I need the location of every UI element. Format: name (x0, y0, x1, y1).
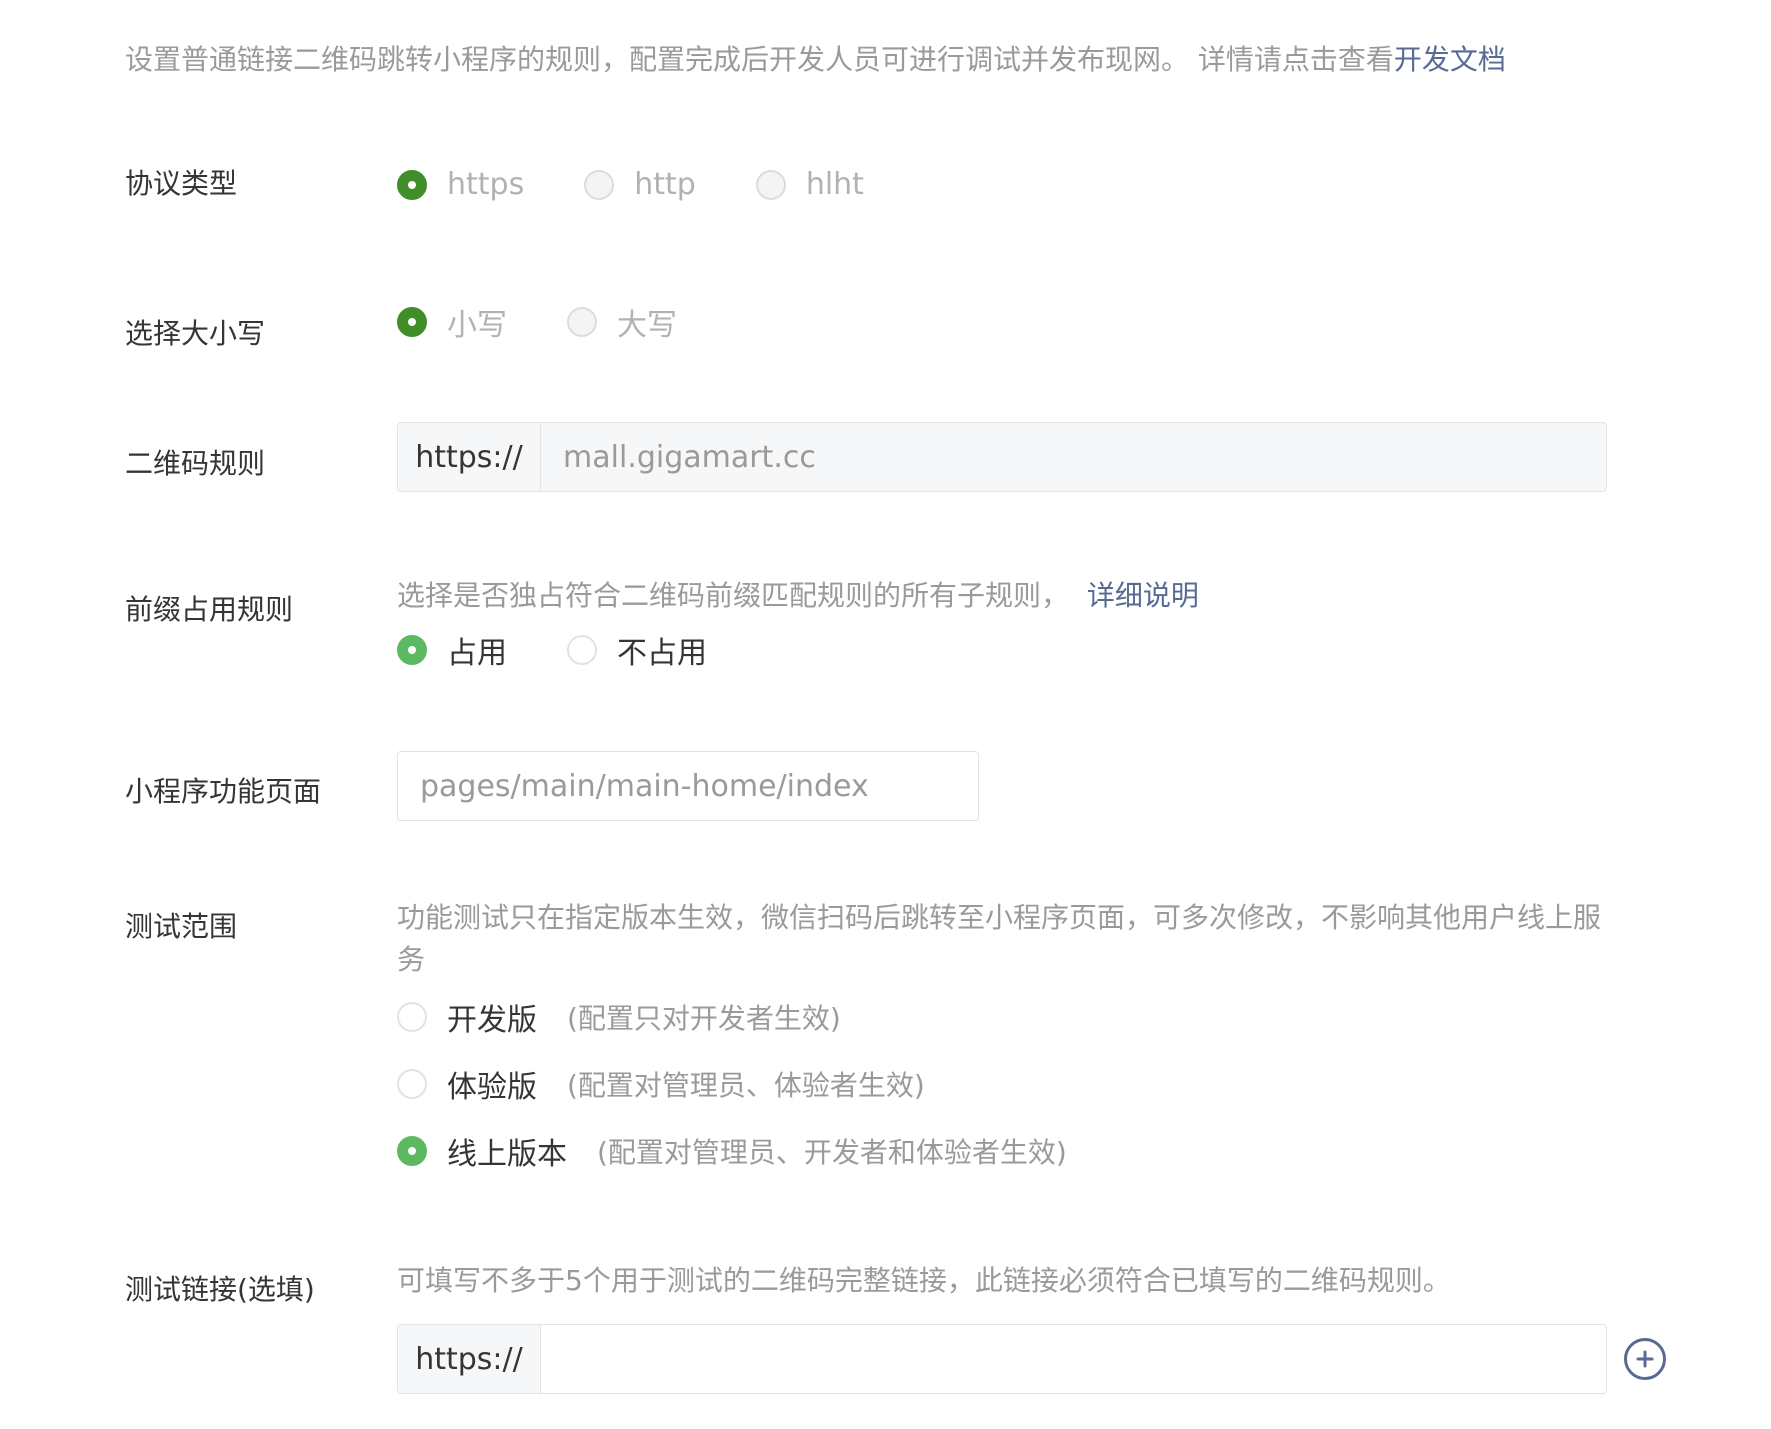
test-scope-desc-line2: 务 (397, 943, 426, 976)
test-scope-desc-line1: 功能测试只在指定版本生效，微信扫码后跳转至小程序页面，可多次修改，不影响其他用户… (397, 901, 1602, 934)
test-scope-option-trial: 体验版 (配置对管理员、体验者生效) (397, 1062, 925, 1106)
qr-rule-input[interactable] (541, 423, 1606, 491)
case-label: 选择大小写 (125, 317, 266, 350)
protocol-https-label[interactable]: https (447, 167, 524, 202)
protocol-http-radio[interactable] (584, 169, 615, 200)
test-link-description: 可填写不多于5个用于测试的二维码完整链接，此链接必须符合已填写的二维码规则。 (397, 1264, 1451, 1297)
case-upper-radio[interactable] (567, 307, 597, 337)
qr-rule-label: 二维码规则 (125, 447, 266, 480)
scope-online-label[interactable]: 线上版本 (447, 1129, 567, 1173)
protocol-label: 协议类型 (125, 167, 238, 200)
prefix-not-occupy-label[interactable]: 不占用 (617, 628, 707, 672)
prefix-rule-description: 选择是否独占符合二维码前缀匹配规则的所有子规则， 详细说明 (397, 575, 1199, 617)
add-test-link-button[interactable] (1624, 1338, 1666, 1380)
case-lower-radio[interactable] (397, 307, 427, 337)
prefix-rule-details-link[interactable]: 详细说明 (1087, 579, 1199, 612)
test-link-protocol-prefix: https:// (398, 1325, 541, 1393)
qr-rule-input-group: https:// (397, 422, 1607, 492)
page-path-input[interactable] (397, 751, 979, 821)
protocol-https-radio[interactable] (397, 169, 427, 200)
scope-online-radio[interactable] (397, 1136, 427, 1166)
case-radio-group: 小写 大写 (397, 300, 677, 344)
prefix-occupy-label[interactable]: 占用 (447, 628, 507, 672)
intro-description: 设置普通链接二维码跳转小程序的规则，配置完成后开发人员可进行调试并发布现网。 详… (125, 43, 1394, 76)
protocol-hlht-label[interactable]: hlht (806, 167, 864, 202)
prefix-occupy-radio[interactable] (397, 635, 427, 665)
prefix-rule-label: 前缀占用规则 (125, 593, 294, 626)
prefix-rule-desc-text: 选择是否独占符合二维码前缀匹配规则的所有子规则， (397, 579, 1070, 612)
test-link-input[interactable] (541, 1325, 1606, 1393)
protocol-http-label[interactable]: http (634, 167, 696, 202)
intro-text: 设置普通链接二维码跳转小程序的规则，配置完成后开发人员可进行调试并发布现网。 详… (125, 38, 1506, 78)
page-label: 小程序功能页面 (125, 775, 322, 808)
test-link-label: 测试链接(选填) (125, 1273, 315, 1306)
scope-dev-note: (配置只对开发者生效) (567, 1002, 841, 1035)
prefix-not-occupy-radio[interactable] (567, 635, 597, 665)
scope-trial-note: (配置对管理员、体验者生效) (567, 1069, 925, 1102)
scope-trial-radio[interactable] (397, 1069, 427, 1099)
dev-docs-link[interactable]: 开发文档 (1394, 43, 1506, 76)
scope-dev-label[interactable]: 开发版 (447, 995, 537, 1039)
case-lower-label[interactable]: 小写 (447, 300, 507, 344)
case-upper-label[interactable]: 大写 (617, 300, 677, 344)
plus-icon (1636, 1350, 1654, 1368)
test-scope-option-dev: 开发版 (配置只对开发者生效) (397, 995, 841, 1039)
scope-trial-label[interactable]: 体验版 (447, 1062, 537, 1106)
prefix-rule-radio-group: 占用 不占用 (397, 628, 707, 672)
protocol-hlht-radio[interactable] (755, 169, 786, 200)
test-scope-description: 功能测试只在指定版本生效，微信扫码后跳转至小程序页面，可多次修改，不影响其他用户… (397, 897, 1612, 981)
scope-dev-radio[interactable] (397, 1002, 427, 1032)
test-link-input-group: https:// (397, 1324, 1607, 1394)
test-scope-label: 测试范围 (125, 910, 238, 943)
qr-rule-protocol-prefix: https:// (398, 423, 541, 491)
scope-online-note: (配置对管理员、开发者和体验者生效) (597, 1136, 1067, 1169)
protocol-radio-group: https http hlht (397, 167, 864, 202)
test-scope-option-online: 线上版本 (配置对管理员、开发者和体验者生效) (397, 1129, 1067, 1173)
